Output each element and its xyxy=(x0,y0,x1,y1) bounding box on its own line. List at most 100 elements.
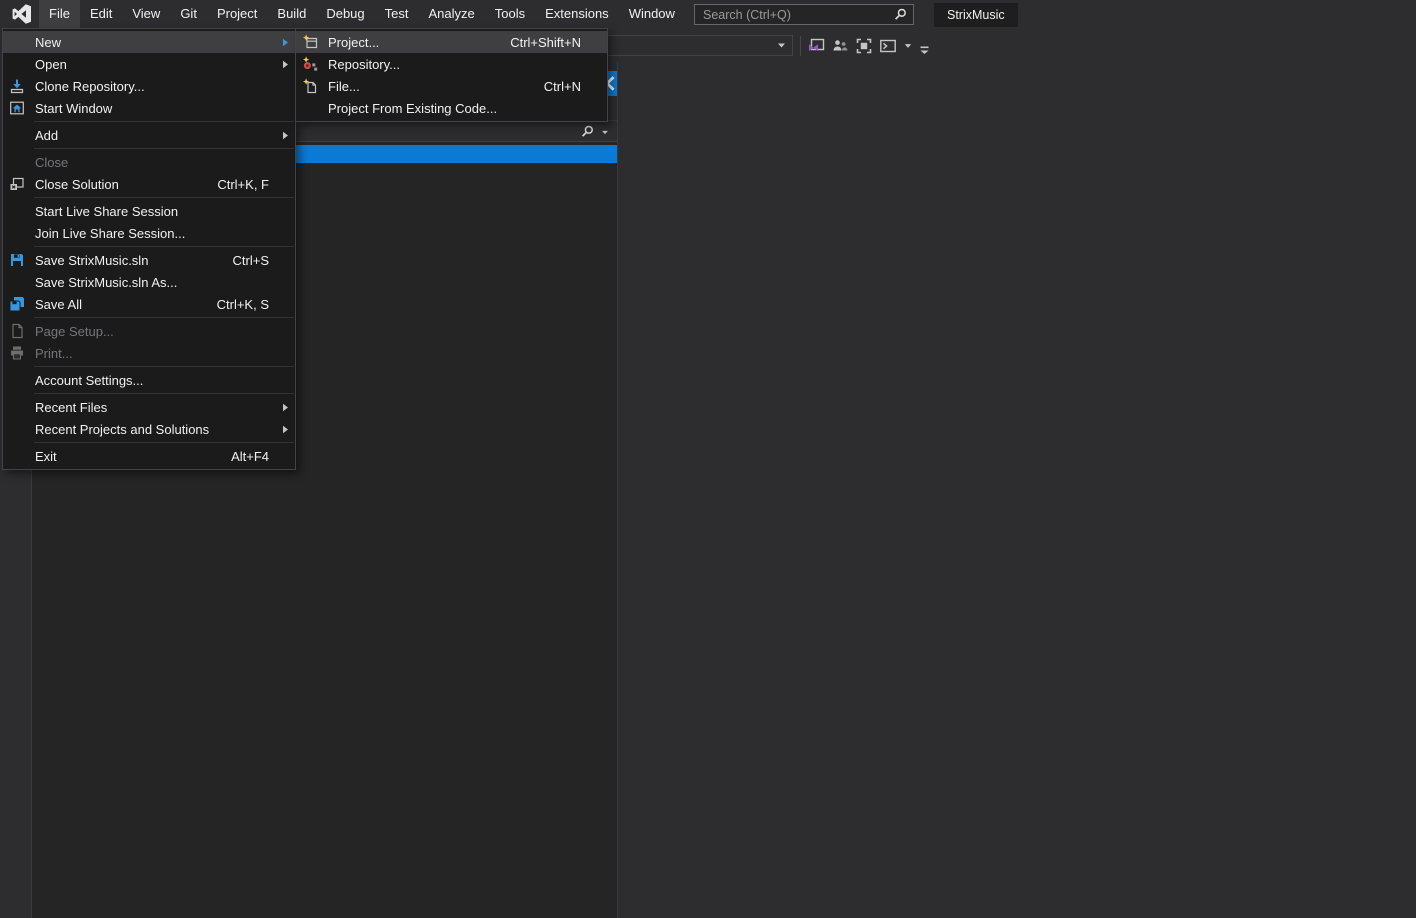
page-setup-icon xyxy=(9,323,35,339)
menu-item-label: Close Solution xyxy=(35,177,119,192)
search-input[interactable] xyxy=(695,5,893,24)
menu-item-save-strixmusic-sln[interactable]: Save StrixMusic.sln Ctrl+S xyxy=(3,249,295,271)
menu-separator xyxy=(34,317,294,318)
menu-item-label: Save StrixMusic.sln As... xyxy=(35,275,177,290)
quick-search-box[interactable] xyxy=(694,4,914,25)
menu-item-shortcut: Alt+F4 xyxy=(231,449,269,464)
menubar-item-window[interactable]: Window xyxy=(619,0,685,28)
menu-separator xyxy=(34,246,294,247)
menu-item-label: Start Window xyxy=(35,101,112,116)
title-menu-bar: FileEditViewGitProjectBuildDebugTestAnal… xyxy=(0,0,1416,28)
menu-item-shortcut: Ctrl+S xyxy=(233,253,269,268)
menubar-item-debug[interactable]: Debug xyxy=(316,0,374,28)
menu-item-recent-files[interactable]: Recent Files xyxy=(3,396,295,418)
menu-item-start-window[interactable]: Start Window xyxy=(3,97,295,119)
menubar-item-test[interactable]: Test xyxy=(375,0,419,28)
menu-item-label: Add xyxy=(35,128,58,143)
menu-item-shortcut: Ctrl+K, S xyxy=(217,297,269,312)
menu-item-label: Clone Repository... xyxy=(35,79,145,94)
menubar-item-edit[interactable]: Edit xyxy=(80,0,122,28)
submenu-arrow-icon xyxy=(281,425,290,434)
menu-item-project[interactable]: Project... Ctrl+Shift+N xyxy=(296,31,607,53)
window-layout-icon[interactable] xyxy=(854,37,873,56)
menu-item-page-setup[interactable]: Page Setup... xyxy=(3,320,295,342)
menu-item-file[interactable]: File... Ctrl+N xyxy=(296,75,607,97)
menubar-item-git[interactable]: Git xyxy=(170,0,207,28)
menu-item-label: Recent Files xyxy=(35,400,107,415)
save-all-icon xyxy=(9,296,35,312)
search-icon[interactable] xyxy=(893,7,908,22)
menubar-item-analyze[interactable]: Analyze xyxy=(418,0,484,28)
menu-item-label: Print... xyxy=(35,346,73,361)
menu-item-label: Account Settings... xyxy=(35,373,143,388)
clone-repository-icon xyxy=(9,78,35,94)
solution-title: StrixMusic xyxy=(934,3,1018,27)
menu-item-shortcut: Ctrl+Shift+N xyxy=(510,35,581,50)
file-menu: New Open Clone Repository... Start Window Ad… xyxy=(2,28,296,470)
menu-item-label: Start Live Share Session xyxy=(35,204,178,219)
menu-item-add[interactable]: Add xyxy=(3,124,295,146)
menu-item-exit[interactable]: Exit Alt+F4 xyxy=(3,445,295,467)
toolbar-icons xyxy=(806,36,936,56)
menubar-item-tools[interactable]: Tools xyxy=(485,0,535,28)
menu-item-project-from-existing-code[interactable]: Project From Existing Code... xyxy=(296,97,607,119)
visual-studio-logo-icon xyxy=(9,3,33,25)
menu-item-label: New xyxy=(35,35,61,50)
menubar-item-project[interactable]: Project xyxy=(207,0,267,28)
menubar-item-build[interactable]: Build xyxy=(267,0,316,28)
menu-item-clone-repository[interactable]: Clone Repository... xyxy=(3,75,295,97)
menu-item-label: Recent Projects and Solutions xyxy=(35,422,209,437)
menubar-item-view[interactable]: View xyxy=(122,0,170,28)
menu-item-label: Join Live Share Session... xyxy=(35,226,185,241)
menu-item-recent-projects-and-solutions[interactable]: Recent Projects and Solutions xyxy=(3,418,295,440)
menu-item-label: Project From Existing Code... xyxy=(328,101,497,116)
menu-item-close[interactable]: Close xyxy=(3,151,295,173)
new-repository-icon xyxy=(302,56,328,72)
menu-item-account-settings[interactable]: Account Settings... xyxy=(3,369,295,391)
menu-item-save-strixmusic-sln-as[interactable]: Save StrixMusic.sln As... xyxy=(3,271,295,293)
menubar-item-extensions[interactable]: Extensions xyxy=(535,0,619,28)
search-icon[interactable] xyxy=(580,124,595,139)
menu-item-shortcut: Ctrl+K, F xyxy=(217,177,269,192)
save-icon xyxy=(9,252,35,268)
menu-item-save-all[interactable]: Save All Ctrl+K, S xyxy=(3,293,295,315)
menubar-item-file[interactable]: File xyxy=(39,0,80,28)
start-window-icon xyxy=(9,100,35,116)
menu-separator xyxy=(34,442,294,443)
menu-item-open[interactable]: Open xyxy=(3,53,295,75)
chevron-down-icon xyxy=(776,40,787,51)
menu-separator xyxy=(34,393,294,394)
menu-item-label: Project... xyxy=(328,35,379,50)
print-icon xyxy=(9,345,35,361)
chevron-down-icon[interactable] xyxy=(600,128,610,137)
new-submenu: Project... Ctrl+Shift+N Repository... File.… xyxy=(295,28,608,122)
menu-item-label: Close xyxy=(35,155,68,170)
menu-item-new[interactable]: New xyxy=(3,31,295,53)
menu-item-label: Page Setup... xyxy=(35,324,114,339)
menu-separator xyxy=(34,148,294,149)
submenu-arrow-icon xyxy=(281,38,290,47)
collaborators-icon[interactable] xyxy=(830,37,849,56)
terminal-icon[interactable] xyxy=(878,37,897,56)
menu-item-label: Exit xyxy=(35,449,57,464)
live-share-icon[interactable] xyxy=(806,37,825,56)
menu-item-shortcut: Ctrl+N xyxy=(544,79,581,94)
menubar: FileEditViewGitProjectBuildDebugTestAnal… xyxy=(39,0,732,28)
menu-item-start-live-share-session[interactable]: Start Live Share Session xyxy=(3,200,295,222)
submenu-arrow-icon xyxy=(281,403,290,412)
submenu-arrow-icon xyxy=(281,60,290,69)
menu-item-repository[interactable]: Repository... xyxy=(296,53,607,75)
toolbar-separator xyxy=(800,36,801,56)
chevron-down-icon[interactable] xyxy=(902,37,913,56)
menu-separator xyxy=(34,121,294,122)
new-project-icon xyxy=(302,34,328,50)
menu-item-label: File... xyxy=(328,79,360,94)
new-file-icon xyxy=(302,78,328,94)
menu-item-label: Save All xyxy=(35,297,82,312)
menu-item-close-solution[interactable]: Close Solution Ctrl+K, F xyxy=(3,173,295,195)
menu-item-label: Save StrixMusic.sln xyxy=(35,253,148,268)
menu-item-join-live-share-session[interactable]: Join Live Share Session... xyxy=(3,222,295,244)
menu-item-print[interactable]: Print... xyxy=(3,342,295,364)
menu-item-label: Repository... xyxy=(328,57,400,72)
toolbar-overflow-icon[interactable] xyxy=(917,41,931,60)
